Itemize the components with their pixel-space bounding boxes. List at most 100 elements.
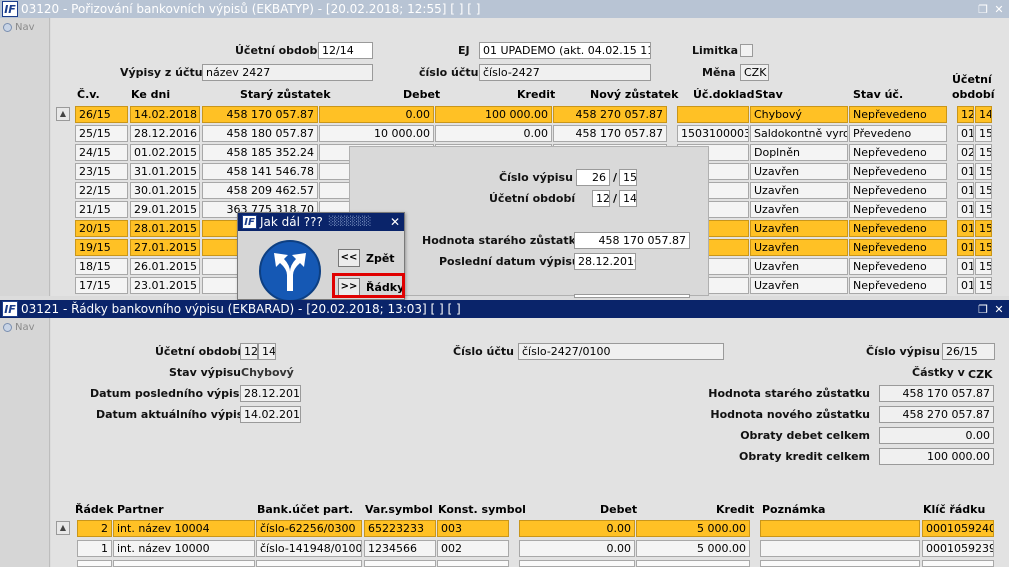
table-cell-o2[interactable]: 15 [975,201,992,218]
table-cell-stav-uc[interactable]: Nepřevedeno [849,106,947,123]
table-cell-stav[interactable]: Uzavřen [750,182,848,199]
table-cell-stary[interactable]: 458 185 352.24 [202,144,318,161]
table-cell-cv[interactable]: 24/15 [75,144,128,161]
table-cell-cv[interactable]: 23/15 [75,163,128,180]
table-cell-novy[interactable]: 458 170 057.87 [553,125,667,142]
table-cell-cv[interactable]: 25/15 [75,125,128,142]
table-cell-doklad[interactable]: 1503100003 [677,125,749,142]
table-cell-stav-uc[interactable]: Nepřevedeno [849,239,947,256]
line-cell-radek[interactable]: 1 [77,540,112,557]
table-cell-cv[interactable]: 22/15 [75,182,128,199]
table-cell-stary[interactable]: 458 170 057.87 [202,106,318,123]
table-cell-ke-dni[interactable]: 28.01.2015 [130,220,200,237]
table-cell-cv[interactable]: 26/15 [75,106,128,123]
table-cell-o1[interactable]: 02 [957,144,974,161]
table-cell-ke-dni[interactable]: 31.01.2015 [130,163,200,180]
dialog-title-bar[interactable]: IF Jak dál ??? ░░░░░░░ ✕ [238,213,404,231]
datum-aktualniho-field[interactable]: 14.02.2018 [240,406,301,423]
table-cell-kredit[interactable]: 0.00 [435,125,552,142]
table-cell-stary[interactable]: 458 141 546.78 [202,163,318,180]
table-cell-cv[interactable]: 19/15 [75,239,128,256]
obraty-kredit-field[interactable]: 100 000.00 [879,448,994,465]
table-cell-cv[interactable]: 21/15 [75,201,128,218]
table-cell-o2[interactable]: 15 [975,163,992,180]
table-cell-kredit[interactable]: 100 000.00 [435,106,552,123]
table-cell-debet[interactable]: 0.00 [319,106,434,123]
empty-row-cell[interactable] [922,560,994,567]
line-cell-partner[interactable]: int. název 10004 [113,520,255,537]
table-cell-o2[interactable]: 15 [975,258,992,275]
uo-month-field[interactable]: 12 [240,343,258,360]
table-cell-ke-dni[interactable]: 30.01.2015 [130,182,200,199]
nav-button[interactable]: Nav [3,322,35,333]
table-cell-stav-uc[interactable]: Nepřevedeno [849,277,947,294]
table-cell-stary[interactable]: 458 180 057.87 [202,125,318,142]
table-cell-stav-uc[interactable]: Nepřevedeno [849,201,947,218]
table-cell-stav[interactable]: Saldokontně vyrovn [750,125,848,142]
table-cell-cv[interactable]: 17/15 [75,277,128,294]
ucetni-obdobi-month-field[interactable]: 12 [592,190,610,207]
scroll-up-icon[interactable]: ▲ [56,521,70,535]
back-button[interactable]: << [338,249,360,267]
table-cell-ke-dni[interactable]: 29.01.2015 [130,201,200,218]
empty-row-cell[interactable] [364,560,436,567]
table-cell-stav[interactable]: Uzavřen [750,277,848,294]
table-cell-cv[interactable]: 18/15 [75,258,128,275]
line-cell-vs[interactable]: 65223233 [364,520,436,537]
line-cell-ucet[interactable]: číslo-62256/0300 [256,520,362,537]
ej-field[interactable]: 01 UPADEMO (akt. 04.02.15 11:02) [479,42,651,59]
scroll-up-icon[interactable]: ▲ [56,107,70,121]
table-cell-doklad[interactable] [677,106,749,123]
ucetni-obdobi-year-field[interactable]: 14 [619,190,637,207]
restore-icon[interactable]: ❐ [977,303,989,316]
table-cell-stav-uc[interactable]: Nepřevedeno [849,220,947,237]
table-cell-stav[interactable]: Uzavřen [750,201,848,218]
line-cell-kredit[interactable]: 5 000.00 [636,520,750,537]
window-title-bar-ekbarad[interactable]: IF 03121 - Řádky bankovního výpisu (EKBA… [0,300,1009,318]
table-cell-stav[interactable]: Uzavřen [750,258,848,275]
table-cell-o2[interactable]: 15 [975,277,992,294]
table-cell-stav[interactable]: Uzavřen [750,220,848,237]
posledni-datum-field[interactable]: 28.12.2016 [574,253,636,270]
line-cell-ucet[interactable]: číslo-141948/0100 [256,540,362,557]
line-cell-klic[interactable]: 0001059239 [922,540,994,557]
line-cell-partner[interactable]: int. název 10000 [113,540,255,557]
empty-row-cell[interactable] [113,560,255,567]
line-cell-kredit[interactable]: 5 000.00 [636,540,750,557]
line-cell-debet[interactable]: 0.00 [519,520,635,537]
table-cell-o1[interactable]: 01 [957,182,974,199]
close-icon[interactable]: ✕ [993,303,1005,316]
empty-row-cell[interactable] [256,560,362,567]
cislo-vypisu-field-2[interactable]: 26/15 [942,343,995,360]
obraty-debet-field[interactable]: 0.00 [879,427,994,444]
table-cell-o2[interactable]: 15 [975,220,992,237]
table-cell-o1[interactable]: 12 [957,106,974,123]
mena-field[interactable]: CZK [740,64,769,81]
close-icon[interactable]: ✕ [390,215,400,229]
restore-icon[interactable]: ❐ [977,3,989,16]
uo-year-field[interactable]: 14 [258,343,276,360]
table-cell-ke-dni[interactable]: 23.01.2015 [130,277,200,294]
table-cell-stav-uc[interactable]: Nepřevedeno [849,163,947,180]
line-cell-vs[interactable]: 1234566 [364,540,436,557]
table-cell-o1[interactable]: 01 [957,125,974,142]
table-cell-o1[interactable]: 01 [957,201,974,218]
line-cell-pozn[interactable] [760,540,920,557]
close-icon[interactable]: ✕ [993,3,1005,16]
table-cell-ke-dni[interactable]: 28.12.2016 [130,125,200,142]
table-cell-o1[interactable]: 01 [957,239,974,256]
line-cell-ks[interactable]: 003 [437,520,509,537]
line-cell-klic[interactable]: 0001059240 [922,520,994,537]
nav-button[interactable]: Nav [3,22,35,33]
table-cell-ke-dni[interactable]: 26.01.2015 [130,258,200,275]
line-cell-radek[interactable]: 2 [77,520,112,537]
cislo-vypisu-year-field[interactable]: 15 [619,169,637,186]
hodnota-stareho-field[interactable]: 458 170 057.87 [574,232,690,249]
table-cell-debet[interactable]: 10 000.00 [319,125,434,142]
cislo-vypisu-field[interactable]: 26 [576,169,610,186]
table-cell-o2[interactable]: 15 [975,182,992,199]
line-cell-debet[interactable]: 0.00 [519,540,635,557]
drag-grip-icon[interactable]: ░░░░░░░ [329,217,371,227]
ucetni-obdobi-field[interactable]: 12/14 [318,42,373,59]
table-cell-stav-uc[interactable]: Převedeno [849,125,947,142]
